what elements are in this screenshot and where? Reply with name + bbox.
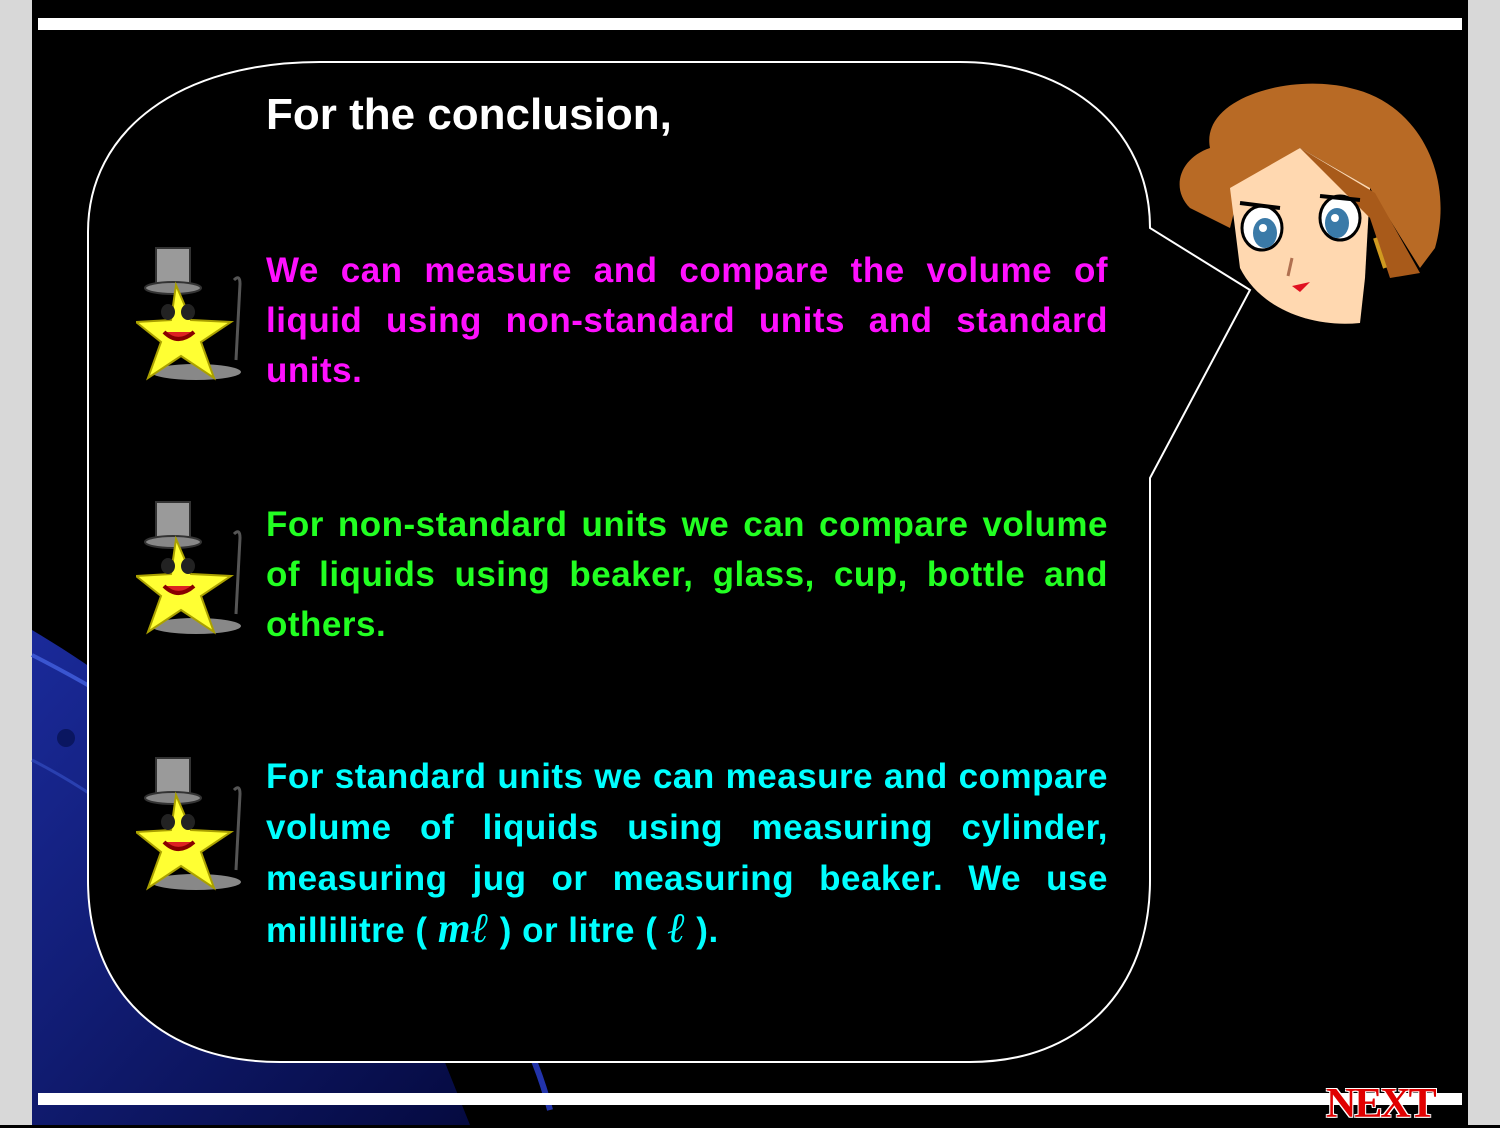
slide-title: For the conclusion, [266, 90, 672, 139]
star-with-top-hat-icon [136, 757, 242, 891]
star-with-top-hat-icon [136, 501, 242, 635]
point-2-text: For non-standard units we can compare vo… [266, 505, 1108, 644]
point-3-text-part3: ). [696, 911, 719, 950]
point-3-text-part2: ) or litre ( [499, 911, 658, 950]
point-1-text: We can measure and compare the volume of… [266, 251, 1108, 390]
point-3-text-part1: For standard units we can measure and co… [266, 757, 1108, 950]
point-3-text: For standard units we can measure and co… [266, 751, 1108, 956]
unit-millilitre: mℓ [437, 906, 490, 952]
star-with-top-hat-icon [136, 247, 242, 381]
anime-girl-face-icon [1179, 83, 1441, 324]
next-button[interactable]: NEXT [1326, 1080, 1437, 1128]
unit-litre: ℓ [667, 906, 687, 952]
